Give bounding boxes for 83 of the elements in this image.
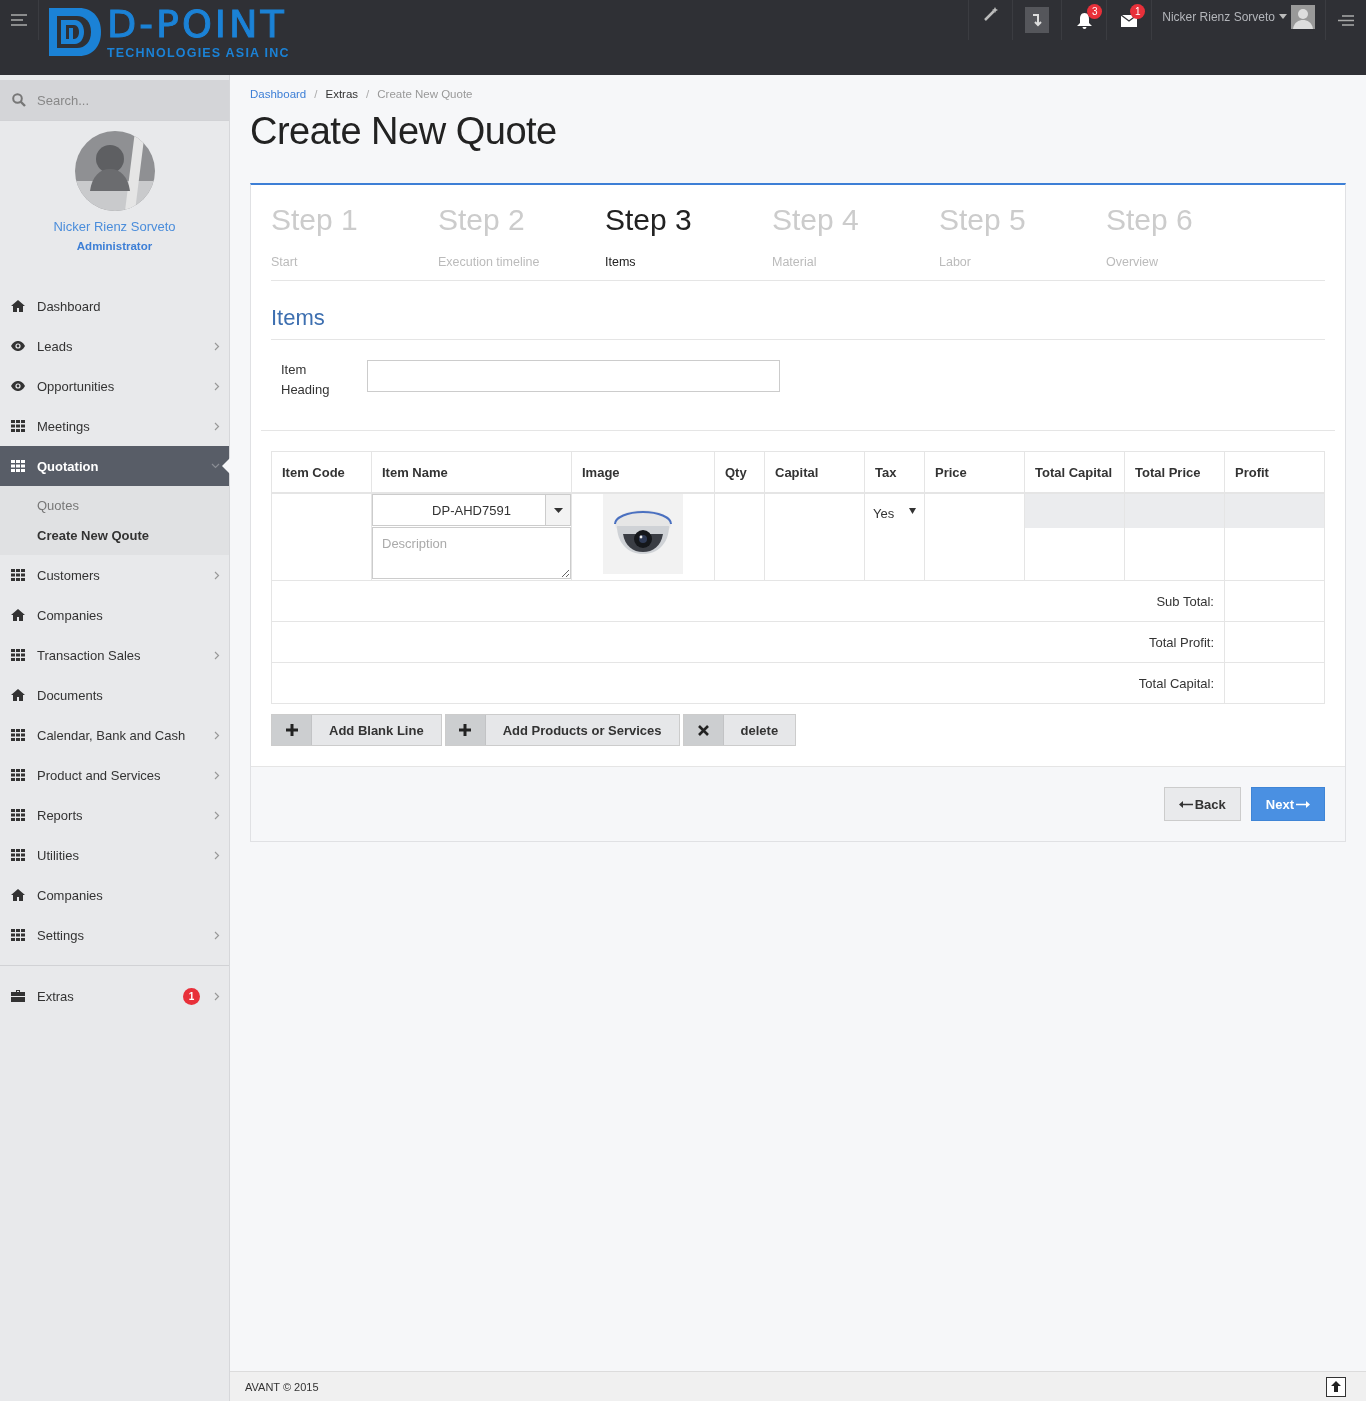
column-header: Tax (864, 451, 925, 493)
home-icon (11, 689, 25, 701)
field-label: Item Heading (280, 361, 331, 399)
item-select[interactable]: DP-AHD7591 (372, 494, 571, 526)
sidebar-item[interactable]: Documents (0, 675, 229, 715)
bell-icon[interactable] (1076, 13, 1092, 29)
eye-icon (11, 341, 25, 351)
grid-icon (11, 849, 25, 861)
plus-icon (459, 724, 472, 736)
breadcrumb-separator: / (314, 88, 318, 100)
action-button[interactable]: delete (682, 714, 797, 746)
action-button[interactable]: Add Blank Line (271, 714, 442, 746)
submenu-item[interactable]: Create New Qoute (0, 521, 229, 551)
notification-badge: 3 (1087, 4, 1103, 19)
sidebar-item[interactable]: Utilities (0, 835, 229, 875)
grid-icon (11, 929, 25, 941)
magic-wand-icon[interactable] (983, 7, 998, 21)
grid-icon (11, 769, 25, 781)
description-field[interactable]: Description (372, 527, 571, 579)
avatar[interactable] (1291, 4, 1315, 29)
column-header: Qty (714, 451, 765, 493)
footer-text: AVANT © 2015 (245, 1380, 319, 1393)
grid-icon (11, 729, 25, 741)
count-badge: 1 (183, 987, 200, 1005)
sidebar-item[interactable]: Dashboard (0, 286, 229, 326)
column-header: Item Code (271, 451, 372, 493)
sidebar-item[interactable]: Product and Services (0, 755, 229, 795)
download-icon[interactable] (1025, 7, 1050, 33)
grid-icon (11, 569, 25, 581)
sidebar-item[interactable]: Opportunities (0, 366, 229, 406)
summary-label: Total Capital: (271, 662, 1225, 704)
breadcrumb-link[interactable]: Dashboard (250, 88, 307, 100)
sidebar-item[interactable]: Leads (0, 326, 229, 366)
scroll-top-icon[interactable] (1326, 1376, 1346, 1397)
grid-icon (11, 420, 25, 432)
envelope-icon[interactable] (1121, 15, 1138, 27)
submenu-item[interactable]: Quotes (0, 491, 229, 521)
wizard-step[interactable]: Step 3 Items (605, 203, 772, 280)
sidebar-item[interactable]: Reports (0, 795, 229, 835)
back-button[interactable]: Back (1163, 787, 1241, 821)
profile-role: Administrator (76, 240, 153, 252)
close-icon (697, 724, 709, 736)
page-title: Create New Quote (250, 110, 558, 153)
grid-icon (11, 460, 25, 472)
user-name[interactable]: Nicker Rienz Sorveto (1162, 9, 1275, 24)
grid-icon (11, 649, 25, 661)
sidebar-item[interactable]: Meetings (0, 406, 229, 446)
arrow-right-icon (1296, 800, 1310, 808)
breadcrumb-item: Extras (325, 88, 359, 100)
sidebar-item[interactable]: Companies (0, 595, 229, 635)
caret-icon[interactable] (1279, 14, 1287, 19)
home-icon (11, 609, 25, 621)
section-title: Items (271, 281, 1325, 340)
briefcase-icon (11, 990, 25, 1002)
column-header: Price (924, 451, 1025, 493)
home-icon (11, 300, 25, 312)
message-badge: 1 (1130, 4, 1146, 19)
menu-icon[interactable] (11, 14, 27, 26)
sidebar-item[interactable]: Quotation (0, 446, 229, 486)
column-header: Item Name (371, 451, 572, 493)
item-heading-field[interactable] (367, 360, 780, 392)
grid-icon (11, 809, 25, 821)
sidebar-item[interactable]: Extras 1 (0, 976, 229, 1016)
search-field[interactable]: Search... (0, 80, 229, 120)
breadcrumb-separator: / (366, 88, 370, 100)
plus-icon (285, 724, 298, 736)
logo-icon[interactable] (49, 6, 103, 58)
sidebar-item[interactable]: Companies (0, 875, 229, 915)
sidebar-item[interactable]: Transaction Sales (0, 635, 229, 675)
sidebar-item[interactable]: Customers (0, 555, 229, 595)
home-icon (11, 889, 25, 901)
breadcrumb-item: Create New Quote (377, 88, 473, 100)
caret-icon (553, 507, 563, 513)
caret-icon (909, 508, 916, 514)
eye-icon (11, 381, 25, 391)
sidebar-item[interactable]: Settings (0, 915, 229, 955)
menu-icon[interactable] (1338, 14, 1354, 26)
summary-label: Sub Total: (271, 580, 1225, 622)
arrow-left-icon (1178, 800, 1193, 808)
action-button[interactable]: Add Products or Services (444, 714, 680, 746)
sidebar-item[interactable]: Calendar, Bank and Cash (0, 715, 229, 755)
summary-label: Total Profit: (271, 621, 1225, 663)
column-header: Capital (764, 451, 865, 493)
